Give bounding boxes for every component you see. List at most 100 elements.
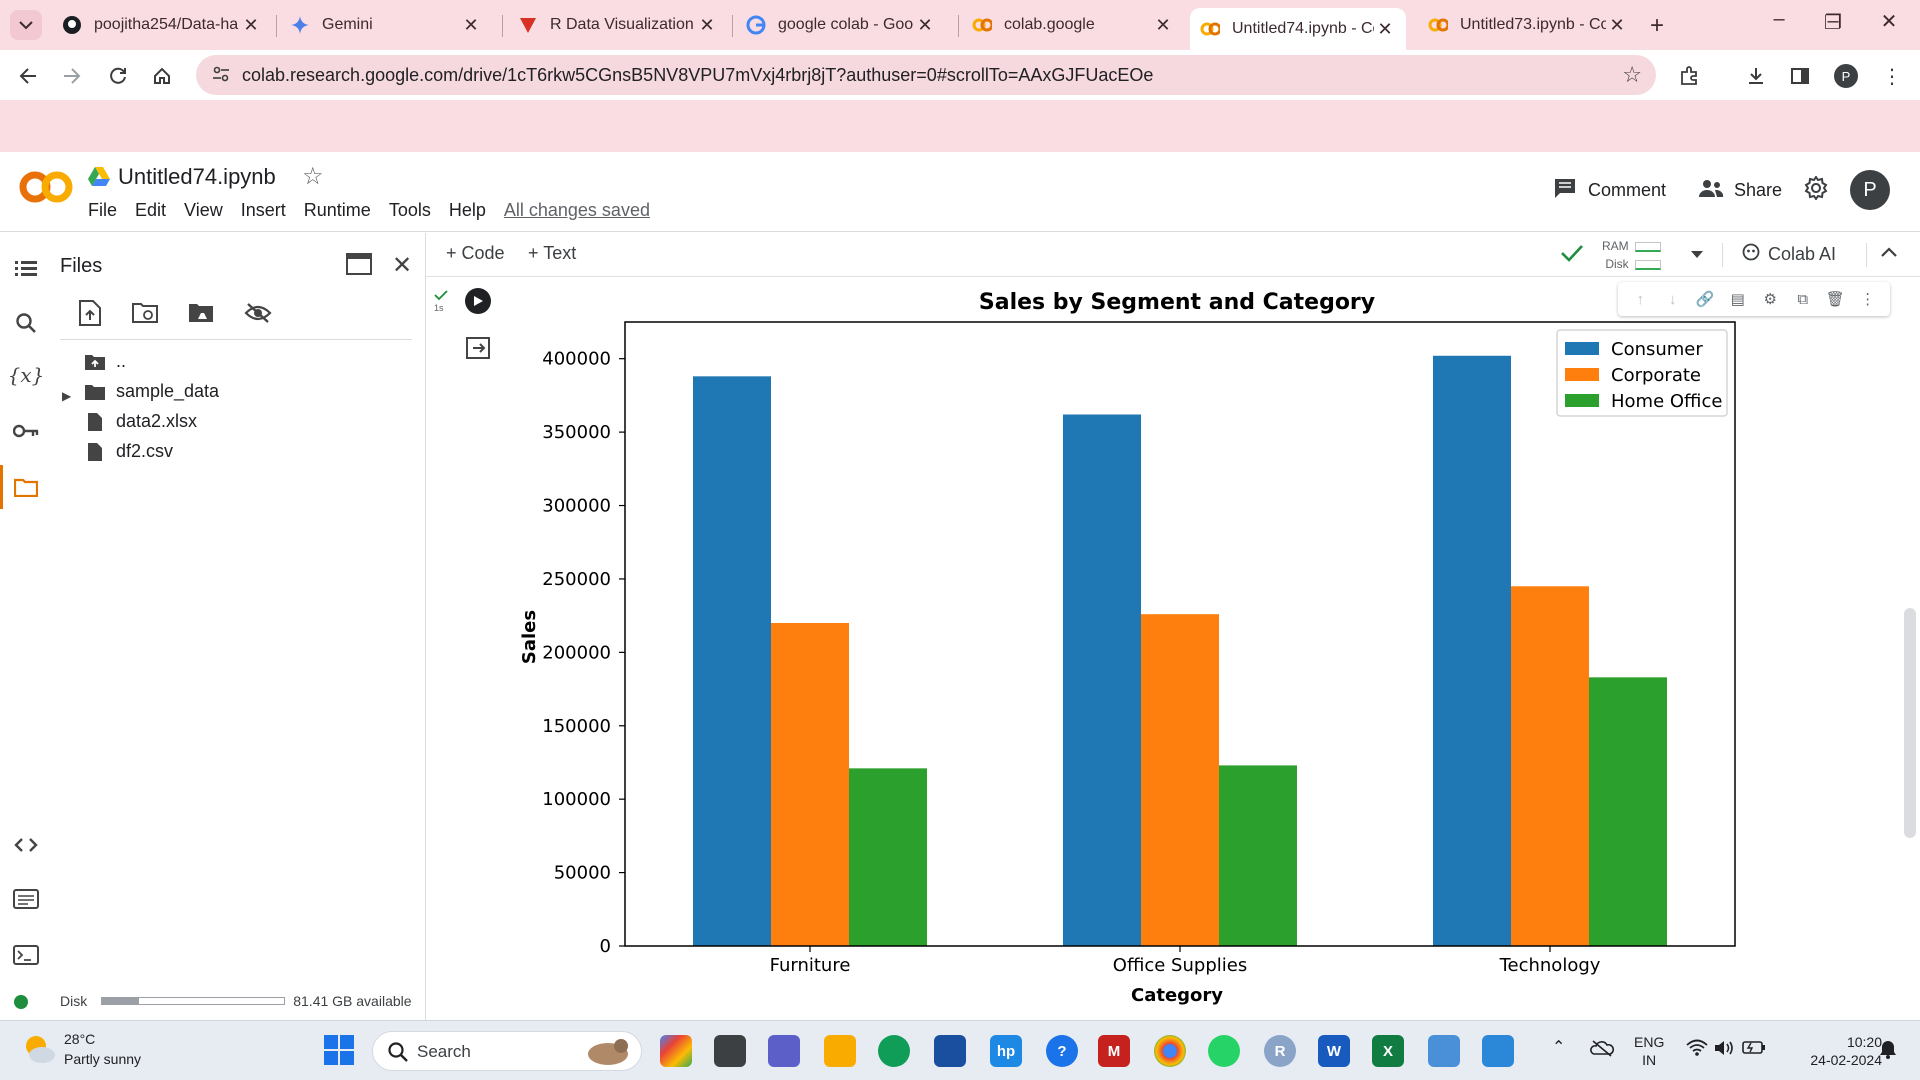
terminal-icon[interactable] xyxy=(10,939,42,971)
file-explorer-icon[interactable] xyxy=(824,1035,856,1067)
back-arrow-icon[interactable] xyxy=(14,62,42,90)
notebook-title[interactable]: Untitled74.ipynb xyxy=(118,164,276,190)
menu-insert[interactable]: Insert xyxy=(241,200,286,221)
share-button[interactable]: Share xyxy=(1698,178,1782,203)
file-item-sample-data[interactable]: sample_data xyxy=(84,381,219,402)
close-icon[interactable]: ✕ xyxy=(1374,19,1396,40)
profile-avatar[interactable]: P xyxy=(1832,62,1860,90)
account-avatar[interactable]: P xyxy=(1850,170,1890,210)
teams-icon[interactable] xyxy=(768,1035,800,1067)
site-info-icon[interactable] xyxy=(212,65,230,88)
comment-button[interactable]: Comment xyxy=(1554,178,1666,203)
browser-menu-icon[interactable]: ⋮ xyxy=(1878,62,1906,90)
chrome-icon[interactable] xyxy=(1154,1035,1186,1067)
close-icon[interactable]: ✕ xyxy=(240,15,262,36)
saved-status[interactable]: All changes saved xyxy=(504,200,650,221)
add-text-button[interactable]: + Text xyxy=(528,243,576,264)
minimize-icon[interactable]: – xyxy=(1764,8,1794,31)
collapse-header-icon[interactable] xyxy=(1880,245,1898,263)
vertical-scrollbar[interactable] xyxy=(1904,608,1916,838)
open-in-tab-icon[interactable] xyxy=(346,253,372,280)
notification-bell-icon[interactable] xyxy=(1878,1039,1898,1063)
hide-files-icon[interactable] xyxy=(242,297,274,329)
colab-ai-button[interactable]: Colab AI xyxy=(1742,243,1836,266)
menu-view[interactable]: View xyxy=(184,200,223,221)
run-cell-button[interactable] xyxy=(465,288,491,314)
whatsapp-icon[interactable] xyxy=(1208,1035,1240,1067)
refresh-folder-icon[interactable] xyxy=(130,297,162,329)
task-view-icon[interactable] xyxy=(714,1035,746,1067)
tab-search-button[interactable] xyxy=(10,10,42,40)
notepad-icon[interactable] xyxy=(1428,1035,1460,1067)
tab-r-data-visualization[interactable]: R Data Visualization ✕ xyxy=(508,7,728,43)
tab-gemini[interactable]: Gemini ✕ xyxy=(280,7,492,43)
battery-icon[interactable] xyxy=(1742,1039,1766,1059)
close-icon[interactable]: ✕ xyxy=(460,15,482,36)
word-icon[interactable]: W xyxy=(1318,1035,1350,1067)
mcafee-icon[interactable]: M xyxy=(1098,1035,1130,1067)
file-item-df2-csv[interactable]: df2.csv xyxy=(84,441,173,462)
tab-colab-google[interactable]: colab.google ✕ xyxy=(962,7,1184,43)
runtime-dropdown-icon[interactable] xyxy=(1690,247,1704,265)
secrets-key-icon[interactable] xyxy=(10,415,42,447)
help-icon[interactable]: ? xyxy=(1046,1035,1078,1067)
delete-icon[interactable]: 🗑 xyxy=(1824,288,1846,310)
file-item-parent[interactable]: .. xyxy=(84,351,126,372)
close-icon[interactable]: ✕ xyxy=(1606,15,1628,36)
bookmark-star-icon[interactable]: ☆ xyxy=(1622,62,1642,88)
expand-arrow-icon[interactable]: ▶ xyxy=(62,389,71,403)
edge-browser-icon[interactable] xyxy=(878,1035,910,1067)
forward-arrow-icon[interactable] xyxy=(58,62,86,90)
output-actions-icon[interactable] xyxy=(466,336,490,360)
reload-icon[interactable] xyxy=(104,62,132,90)
myhp-icon[interactable]: hp xyxy=(990,1035,1022,1067)
new-tab-plus-icon[interactable]: + xyxy=(1650,12,1664,40)
photos-icon[interactable] xyxy=(1482,1035,1514,1067)
variables-icon[interactable]: {x} xyxy=(8,359,45,391)
ram-disk-indicator[interactable]: RAM Disk xyxy=(1602,237,1661,273)
clock[interactable]: 10:20 24-02-2024 xyxy=(1784,1033,1882,1069)
onedrive-icon[interactable] xyxy=(1590,1039,1614,1061)
copilot-icon[interactable] xyxy=(660,1035,692,1067)
tab-untitled74-active[interactable]: Untitled74.ipynb - Co ✕ xyxy=(1190,8,1406,50)
tab-github[interactable]: poojitha254/Data-ha ✕ xyxy=(52,7,272,43)
language-indicator[interactable]: ENG IN xyxy=(1634,1033,1664,1069)
settings-gear-icon[interactable] xyxy=(1804,176,1828,200)
tab-google-search[interactable]: google colab - Goog ✕ xyxy=(736,7,946,43)
extensions-icon[interactable] xyxy=(1676,62,1704,90)
menu-runtime[interactable]: Runtime xyxy=(304,200,371,221)
microsoft-store-icon[interactable] xyxy=(934,1035,966,1067)
command-palette-icon[interactable] xyxy=(10,883,42,915)
close-icon[interactable]: ✕ xyxy=(696,15,718,36)
close-panel-icon[interactable]: ✕ xyxy=(392,251,412,280)
file-item-data2-xlsx[interactable]: data2.xlsx xyxy=(84,411,197,432)
menu-file[interactable]: File xyxy=(88,200,117,221)
r-language-icon[interactable]: R xyxy=(1264,1035,1296,1067)
colab-logo-icon[interactable] xyxy=(18,170,74,214)
wifi-icon[interactable] xyxy=(1686,1039,1708,1061)
code-snippets-icon[interactable] xyxy=(10,829,42,861)
side-panel-icon[interactable] xyxy=(1786,62,1814,90)
more-options-icon[interactable]: ⋮ xyxy=(1857,288,1879,310)
tab-untitled73[interactable]: Untitled73.ipynb - Co ✕ xyxy=(1418,7,1638,43)
files-folder-icon[interactable] xyxy=(10,471,42,503)
home-icon[interactable] xyxy=(148,62,176,90)
close-icon[interactable]: ✕ xyxy=(1152,15,1174,36)
volume-icon[interactable] xyxy=(1714,1039,1736,1061)
upload-file-icon[interactable] xyxy=(74,297,106,329)
show-hidden-icons-chevron-icon[interactable]: ⌃ xyxy=(1552,1039,1565,1057)
windows-start-icon[interactable] xyxy=(324,1035,354,1070)
star-icon[interactable]: ☆ xyxy=(302,162,324,191)
search-icon[interactable] xyxy=(10,307,42,339)
mount-drive-icon[interactable] xyxy=(186,297,218,329)
table-of-contents-icon[interactable] xyxy=(10,253,42,285)
taskbar-search[interactable]: Search xyxy=(372,1031,642,1071)
close-window-icon[interactable]: ✕ xyxy=(1874,9,1904,34)
excel-icon[interactable]: X xyxy=(1372,1035,1404,1067)
restore-icon[interactable]: ❐ xyxy=(1818,10,1848,35)
menu-edit[interactable]: Edit xyxy=(135,200,166,221)
add-code-button[interactable]: + Code xyxy=(446,243,505,264)
url-omnibox[interactable]: colab.research.google.com/drive/1cT6rkw5… xyxy=(196,55,1656,95)
close-icon[interactable]: ✕ xyxy=(914,15,936,36)
menu-tools[interactable]: Tools xyxy=(389,200,431,221)
